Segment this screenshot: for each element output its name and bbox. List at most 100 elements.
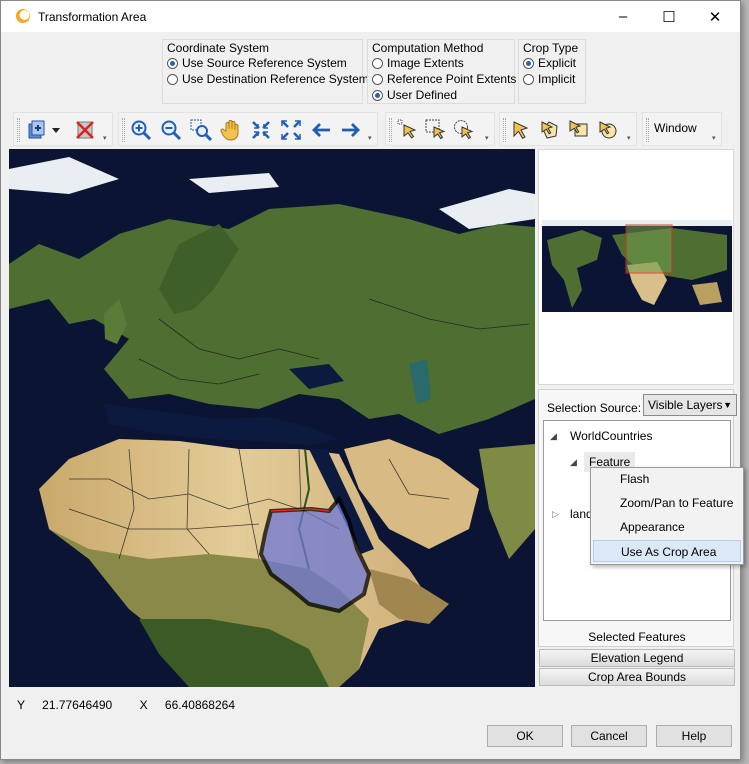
zoom-to-full-icon <box>281 120 301 140</box>
tree-item-worldcountries[interactable]: WorldCountries <box>570 429 652 443</box>
select-lasso-icon <box>454 120 474 140</box>
radio-label: Use Source Reference System <box>182 56 347 70</box>
minimize-button[interactable]: – <box>600 1 646 32</box>
feature-select-button[interactable] <box>508 117 534 143</box>
selection-source-value: Visible Layers <box>648 398 723 412</box>
tree-item-land[interactable]: land <box>570 507 590 521</box>
close-button[interactable]: ✕ <box>692 1 738 32</box>
radio-image-extents[interactable]: Image Extents <box>372 56 464 70</box>
y-coordinate-value: 21.77646490 <box>42 698 113 712</box>
forward-button[interactable] <box>338 117 364 143</box>
zoom-to-full-button[interactable] <box>278 117 304 143</box>
selection-source-dropdown[interactable]: Visible Layers ▼ <box>643 394 737 416</box>
pan-hand-icon <box>220 120 239 141</box>
y-coordinate-label: Y <box>17 698 25 712</box>
radio-explicit[interactable]: Explicit <box>523 56 576 70</box>
navigation-toolbar: ▾ <box>118 112 378 146</box>
menu-item-zoom-pan-to-feature[interactable]: Zoom/Pan to Feature <box>593 492 741 514</box>
dropdown-arrow-icon <box>52 128 60 133</box>
feature-edit-button[interactable] <box>537 117 563 143</box>
menu-item-flash[interactable]: Flash <box>593 468 741 490</box>
world-map-image[interactable] <box>9 149 535 687</box>
overview-map-image[interactable] <box>542 220 732 312</box>
transformation-area-window: Transformation Area – ☐ ✕ Coordinate Sys… <box>0 0 744 760</box>
select-lasso-button[interactable] <box>451 117 477 143</box>
radio-label: Reference Point Extents <box>387 72 517 86</box>
toolbar-overflow-icon[interactable]: ▾ <box>368 134 375 142</box>
chevron-down-icon: ▼ <box>723 400 732 410</box>
zoom-box-button[interactable] <box>188 117 214 143</box>
toolbar-overflow-icon[interactable]: ▾ <box>103 134 110 142</box>
feature-context-menu: Flash Zoom/Pan to Feature Appearance Use… <box>590 467 744 565</box>
expand-arrow-icon[interactable]: ◢ <box>550 431 557 442</box>
selection-toolbar: ▾ <box>385 112 495 146</box>
computation-method-group: Computation Method Image Extents Referen… <box>367 39 516 104</box>
feature-vertex-button[interactable] <box>566 117 592 143</box>
radio-use-source-reference[interactable]: Use Source Reference System <box>167 56 347 70</box>
radio-label: Implicit <box>538 72 576 86</box>
radio-button-icon[interactable] <box>372 89 383 101</box>
feature-toolbar: ▾ <box>499 112 637 146</box>
zoom-in-icon <box>131 120 152 141</box>
radio-user-defined[interactable]: User Defined <box>372 88 457 102</box>
remove-layer-button[interactable] <box>72 117 98 143</box>
back-button[interactable] <box>308 117 334 143</box>
help-button[interactable]: Help <box>656 725 732 747</box>
expand-arrow-icon[interactable]: ◢ <box>570 457 577 468</box>
ok-button[interactable]: OK <box>487 725 563 747</box>
zoom-out-button[interactable] <box>158 117 184 143</box>
collapse-arrow-icon[interactable]: ▷ <box>552 509 559 520</box>
radio-reference-point-extents[interactable]: Reference Point Extents <box>372 72 516 86</box>
pan-button[interactable] <box>218 117 244 143</box>
toolbar-grip[interactable] <box>17 118 20 142</box>
selected-features-tab[interactable]: Selected Features <box>539 630 735 644</box>
layer-toolbar: ▾ <box>13 112 113 146</box>
radio-label: Use Destination Reference System <box>182 72 369 86</box>
radio-button-icon[interactable] <box>523 73 534 85</box>
add-layer-button[interactable] <box>24 117 50 143</box>
toolbar-overflow-icon[interactable]: ▾ <box>712 134 719 142</box>
toolbar-grip[interactable] <box>122 118 125 142</box>
window-title: Transformation Area <box>38 10 147 24</box>
zoom-out-icon <box>161 120 182 141</box>
map-view[interactable] <box>9 149 535 687</box>
radio-use-destination-reference[interactable]: Use Destination Reference System <box>167 72 369 86</box>
radio-implicit[interactable]: Implicit <box>523 72 575 86</box>
toolbar-overflow-icon[interactable]: ▾ <box>485 134 492 142</box>
window-menu-button[interactable]: Window <box>654 121 697 135</box>
maximize-button[interactable]: ☐ <box>646 1 692 32</box>
crop-type-group: Crop Type Explicit Implicit <box>518 39 586 104</box>
x-coordinate-value: 66.40868264 <box>164 698 235 712</box>
toolbar-overflow-icon[interactable]: ▾ <box>627 134 634 142</box>
forward-arrow-icon <box>342 123 360 137</box>
radio-button-icon[interactable] <box>372 73 383 85</box>
menu-item-appearance[interactable]: Appearance <box>593 516 741 538</box>
select-pointer-icon <box>397 119 417 139</box>
select-pointer-button[interactable] <box>395 117 421 143</box>
cancel-button[interactable]: Cancel <box>571 725 647 747</box>
toolbar-grip[interactable] <box>503 118 506 142</box>
toolbar-grip[interactable] <box>389 118 392 142</box>
zoom-in-button[interactable] <box>128 117 154 143</box>
radio-button-icon[interactable] <box>523 57 534 69</box>
title-bar: Transformation Area – ☐ ✕ <box>1 1 740 32</box>
radio-button-icon[interactable] <box>372 57 383 69</box>
elevation-legend-tab[interactable]: Elevation Legend <box>539 649 735 667</box>
toolbar-grip[interactable] <box>646 118 649 142</box>
feature-rotate-button[interactable] <box>595 117 621 143</box>
menu-item-use-as-crop-area[interactable]: Use As Crop Area <box>593 540 741 562</box>
zoom-to-fit-icon <box>252 121 270 139</box>
zoom-to-fit-button[interactable] <box>248 117 274 143</box>
app-logo-icon <box>16 9 30 23</box>
coordinate-status-bar: Y 21.77646490 X 66.40868264 <box>17 698 235 712</box>
remove-layer-icon <box>76 121 94 139</box>
radio-label: User Defined <box>387 88 458 102</box>
radio-button-icon[interactable] <box>167 57 178 69</box>
feature-select-icon <box>513 121 529 139</box>
select-box-button[interactable] <box>423 117 449 143</box>
feature-vertex-icon <box>569 120 588 137</box>
add-layer-dropdown[interactable] <box>50 117 62 143</box>
overview-panel <box>538 149 734 385</box>
radio-button-icon[interactable] <box>167 73 178 85</box>
crop-area-bounds-tab[interactable]: Crop Area Bounds <box>539 668 735 686</box>
